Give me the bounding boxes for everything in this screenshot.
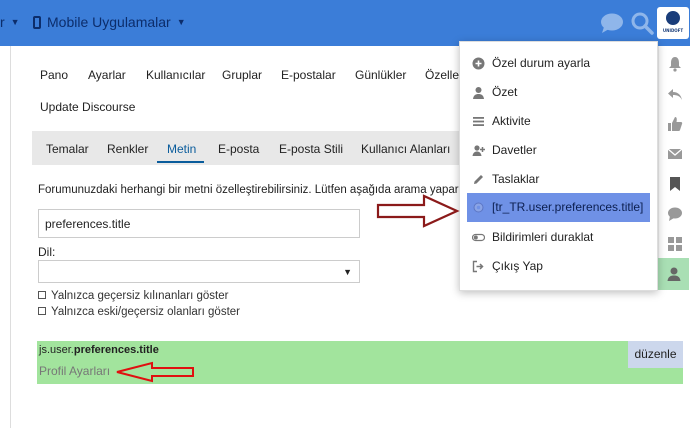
menu-item-label: Taslaklar bbox=[492, 172, 540, 186]
top-header: r ▼ Mobile Uygulamalar ▼ UNIDOFT bbox=[0, 0, 690, 46]
menu-item-activity[interactable]: Aktivite bbox=[460, 107, 657, 136]
bookmark-icon[interactable] bbox=[667, 176, 683, 192]
grid-icon[interactable] bbox=[667, 236, 683, 252]
caret-down-icon: ▼ bbox=[176, 17, 186, 27]
admin-nav-update-discourse[interactable]: Update Discourse bbox=[40, 100, 135, 114]
text-key-prefix: js.user. bbox=[39, 344, 74, 356]
envelope-icon[interactable] bbox=[667, 146, 683, 162]
admin-nav-gruplar[interactable]: Gruplar bbox=[222, 68, 262, 82]
tab-e-posta[interactable]: E-posta bbox=[218, 142, 259, 156]
menu-item-label: Davetler bbox=[492, 143, 537, 157]
plus-circle-icon bbox=[472, 57, 485, 70]
caret-down-icon: ▼ bbox=[343, 267, 352, 277]
bell-icon[interactable] bbox=[667, 56, 683, 72]
sign-out-icon bbox=[472, 260, 484, 273]
overridden-only-checkbox[interactable]: Yalnızca geçersiz kılınanları göster bbox=[38, 290, 228, 302]
pencil-icon bbox=[474, 175, 483, 184]
text-value: Profil Ayarları bbox=[39, 364, 111, 378]
customize-subtabs: Temalar Renkler Metin E-posta E-posta St… bbox=[32, 131, 462, 165]
chat-bubble-icon[interactable] bbox=[667, 206, 683, 222]
menu-item-log-out[interactable]: Çıkış Yap bbox=[460, 252, 657, 281]
menu-item-label: Bildirimleri duraklat bbox=[492, 230, 594, 244]
brand-logo-icon bbox=[666, 11, 680, 25]
user-menu-tab-active[interactable] bbox=[658, 258, 689, 290]
mobile-phone-icon bbox=[33, 16, 41, 29]
user-icon bbox=[667, 267, 681, 281]
brand-logo-text: UNIDOFT bbox=[662, 28, 684, 33]
stream-icon bbox=[473, 117, 484, 126]
menu-item-summary[interactable]: Özet bbox=[460, 78, 657, 107]
text-search-input[interactable] bbox=[38, 209, 360, 238]
menu-item-label: Çıkış Yap bbox=[492, 259, 543, 273]
thumbs-up-icon[interactable] bbox=[667, 116, 683, 132]
admin-nav-e-postalar[interactable]: E-postalar bbox=[281, 68, 336, 82]
checkbox-box[interactable] bbox=[38, 307, 46, 315]
edit-button[interactable]: düzenle bbox=[628, 341, 683, 368]
tab-kullanici-alanlari[interactable]: Kullanıcı Alanları bbox=[361, 142, 450, 156]
menu-item-label: [tr_TR.user.preferences.title] bbox=[492, 200, 644, 214]
header-menu-partial-label: r bbox=[0, 14, 5, 30]
admin-nav-kullanicilar[interactable]: Kullanıcılar bbox=[146, 68, 205, 82]
language-label: Dil: bbox=[38, 245, 56, 259]
user-plus-icon bbox=[472, 145, 485, 156]
menu-item-label: Aktivite bbox=[492, 114, 531, 128]
menu-item-pause-notifications[interactable]: Bildirimleri duraklat bbox=[460, 223, 657, 252]
text-key: js.user.preferences.title bbox=[39, 344, 159, 356]
tab-renkler[interactable]: Renkler bbox=[107, 142, 148, 156]
tab-metin[interactable]: Metin bbox=[167, 142, 196, 156]
menu-item-label: Özel durum ayarla bbox=[492, 56, 591, 70]
menu-item-drafts[interactable]: Taslaklar bbox=[460, 165, 657, 194]
tab-temalar[interactable]: Temalar bbox=[46, 142, 89, 156]
search-icon[interactable] bbox=[630, 11, 654, 35]
page-divider bbox=[10, 46, 11, 428]
user-menu-sidebar bbox=[658, 46, 690, 290]
menu-item-preferences[interactable]: [tr_TR.user.preferences.title] bbox=[467, 193, 650, 222]
language-select[interactable]: ▼ bbox=[38, 260, 360, 283]
header-menu-partial[interactable]: r ▼ bbox=[0, 14, 20, 30]
mobile-apps-menu[interactable]: Mobile Uygulamalar ▼ bbox=[33, 14, 186, 30]
text-key-name: preferences.title bbox=[73, 344, 159, 356]
checkbox-box[interactable] bbox=[38, 291, 46, 299]
admin-nav-ayarlar[interactable]: Ayarlar bbox=[88, 68, 126, 82]
outdated-only-checkbox[interactable]: Yalnızca eski/geçersiz olanları göster bbox=[38, 306, 240, 318]
admin-nav-gunlukler[interactable]: Günlükler bbox=[355, 68, 406, 82]
mobile-apps-label: Mobile Uygulamalar bbox=[47, 14, 171, 30]
menu-item-label: Özet bbox=[492, 85, 518, 99]
annotation-arrow-left bbox=[116, 361, 194, 383]
overridden-only-label: Yalnızca geçersiz kılınanları göster bbox=[51, 290, 229, 302]
reply-icon[interactable] bbox=[667, 86, 683, 102]
annotation-arrow-right bbox=[376, 194, 460, 228]
menu-item-invites[interactable]: Davetler bbox=[460, 136, 657, 165]
active-tab-indicator bbox=[157, 161, 204, 163]
menu-item-set-status[interactable]: Özel durum ayarla bbox=[460, 49, 657, 78]
admin-nav-pano[interactable]: Pano bbox=[40, 68, 68, 82]
outdated-only-label: Yalnızca eski/geçersiz olanları göster bbox=[51, 306, 240, 318]
tab-e-posta-stili[interactable]: E-posta Stili bbox=[279, 142, 343, 156]
caret-down-icon: ▼ bbox=[10, 17, 20, 27]
user-icon bbox=[473, 87, 484, 99]
toggle-icon bbox=[472, 233, 485, 242]
gear-icon bbox=[473, 202, 484, 213]
user-avatar[interactable]: UNIDOFT bbox=[657, 7, 689, 39]
user-dropdown-menu: Özel durum ayarla Özet Aktivite Davetler… bbox=[459, 41, 658, 291]
chat-icon[interactable] bbox=[600, 12, 624, 34]
